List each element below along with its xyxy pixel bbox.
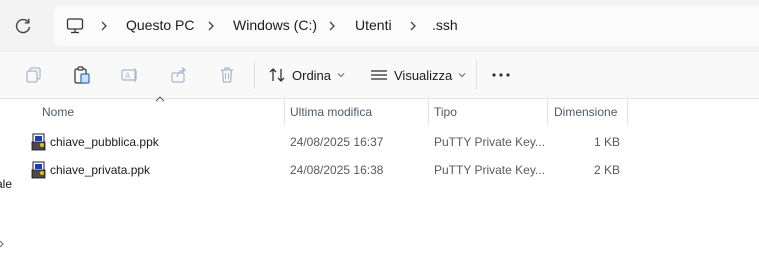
svg-text:A: A — [125, 72, 131, 81]
column-divider[interactable] — [627, 99, 628, 125]
sort-label: Ordina — [292, 67, 332, 83]
file-name[interactable]: chiave_pubblica.ppk — [50, 135, 159, 149]
putty-key-icon — [31, 133, 46, 151]
view-label: Visualizza — [394, 67, 453, 83]
column-name[interactable]: Nome — [42, 105, 74, 119]
file-row[interactable]: chiave_pubblica.ppk 24/08/2025 16:37 PuT… — [0, 129, 759, 155]
refresh-icon[interactable] — [13, 16, 33, 36]
column-size[interactable]: Dimensione — [554, 105, 617, 119]
file-name[interactable]: chiave_privata.ppk — [50, 163, 150, 177]
column-header-row: Nome Ultima modifica Tipo Dimensione — [0, 96, 759, 125]
left-pane-clipped-text[interactable]: ale — [0, 177, 12, 191]
view-icon — [371, 70, 387, 80]
file-modified: 24/08/2025 16:37 — [290, 135, 384, 149]
chevron-right-icon[interactable] — [325, 19, 339, 33]
column-divider[interactable] — [547, 99, 548, 125]
toolbar-separator — [476, 61, 477, 89]
file-size: 1 KB — [593, 135, 620, 149]
left-pane-chevron-icon[interactable] — [0, 240, 4, 248]
putty-key-icon — [31, 161, 46, 179]
sort-icon — [269, 68, 285, 82]
share-icon[interactable] — [169, 65, 189, 85]
computer-icon[interactable] — [66, 17, 84, 35]
breadcrumb-ssh[interactable]: .ssh — [432, 17, 458, 33]
breadcrumb-utenti[interactable]: Utenti — [355, 17, 392, 33]
view-button[interactable]: Visualizza — [370, 65, 466, 85]
chevron-down-icon — [458, 73, 466, 78]
command-bar: A Ordina Visualizza — [0, 52, 759, 99]
address-area: Questo PC Windows (C:) Utenti .ssh — [0, 0, 759, 52]
breadcrumb-questo-pc[interactable]: Questo PC — [126, 17, 194, 33]
column-type[interactable]: Tipo — [434, 105, 457, 119]
more-options-icon[interactable] — [490, 66, 512, 84]
file-modified: 24/08/2025 16:38 — [290, 163, 384, 177]
column-modified[interactable]: Ultima modifica — [290, 105, 372, 119]
chevron-right-icon[interactable] — [406, 19, 420, 33]
delete-icon[interactable] — [217, 65, 237, 85]
chevron-right-icon[interactable] — [97, 19, 111, 33]
sort-button[interactable]: Ordina — [268, 65, 345, 85]
paste-icon[interactable] — [72, 65, 92, 85]
chevron-right-icon[interactable] — [204, 19, 218, 33]
file-row[interactable]: chiave_privata.ppk 24/08/2025 16:38 PuTT… — [0, 157, 759, 183]
file-size: 2 KB — [593, 163, 620, 177]
file-type: PuTTY Private Key... — [434, 135, 545, 149]
address-bar[interactable]: Questo PC Windows (C:) Utenti .ssh — [54, 6, 759, 46]
toolbar-separator — [254, 61, 255, 89]
breadcrumb-windows-c[interactable]: Windows (C:) — [233, 17, 317, 33]
chevron-down-icon — [337, 73, 345, 78]
file-type: PuTTY Private Key... — [434, 163, 545, 177]
column-divider[interactable] — [428, 99, 429, 125]
column-divider[interactable] — [284, 99, 285, 125]
rename-icon[interactable]: A — [120, 65, 140, 85]
sort-ascending-icon — [155, 96, 165, 102]
copy-icon[interactable] — [24, 65, 44, 85]
